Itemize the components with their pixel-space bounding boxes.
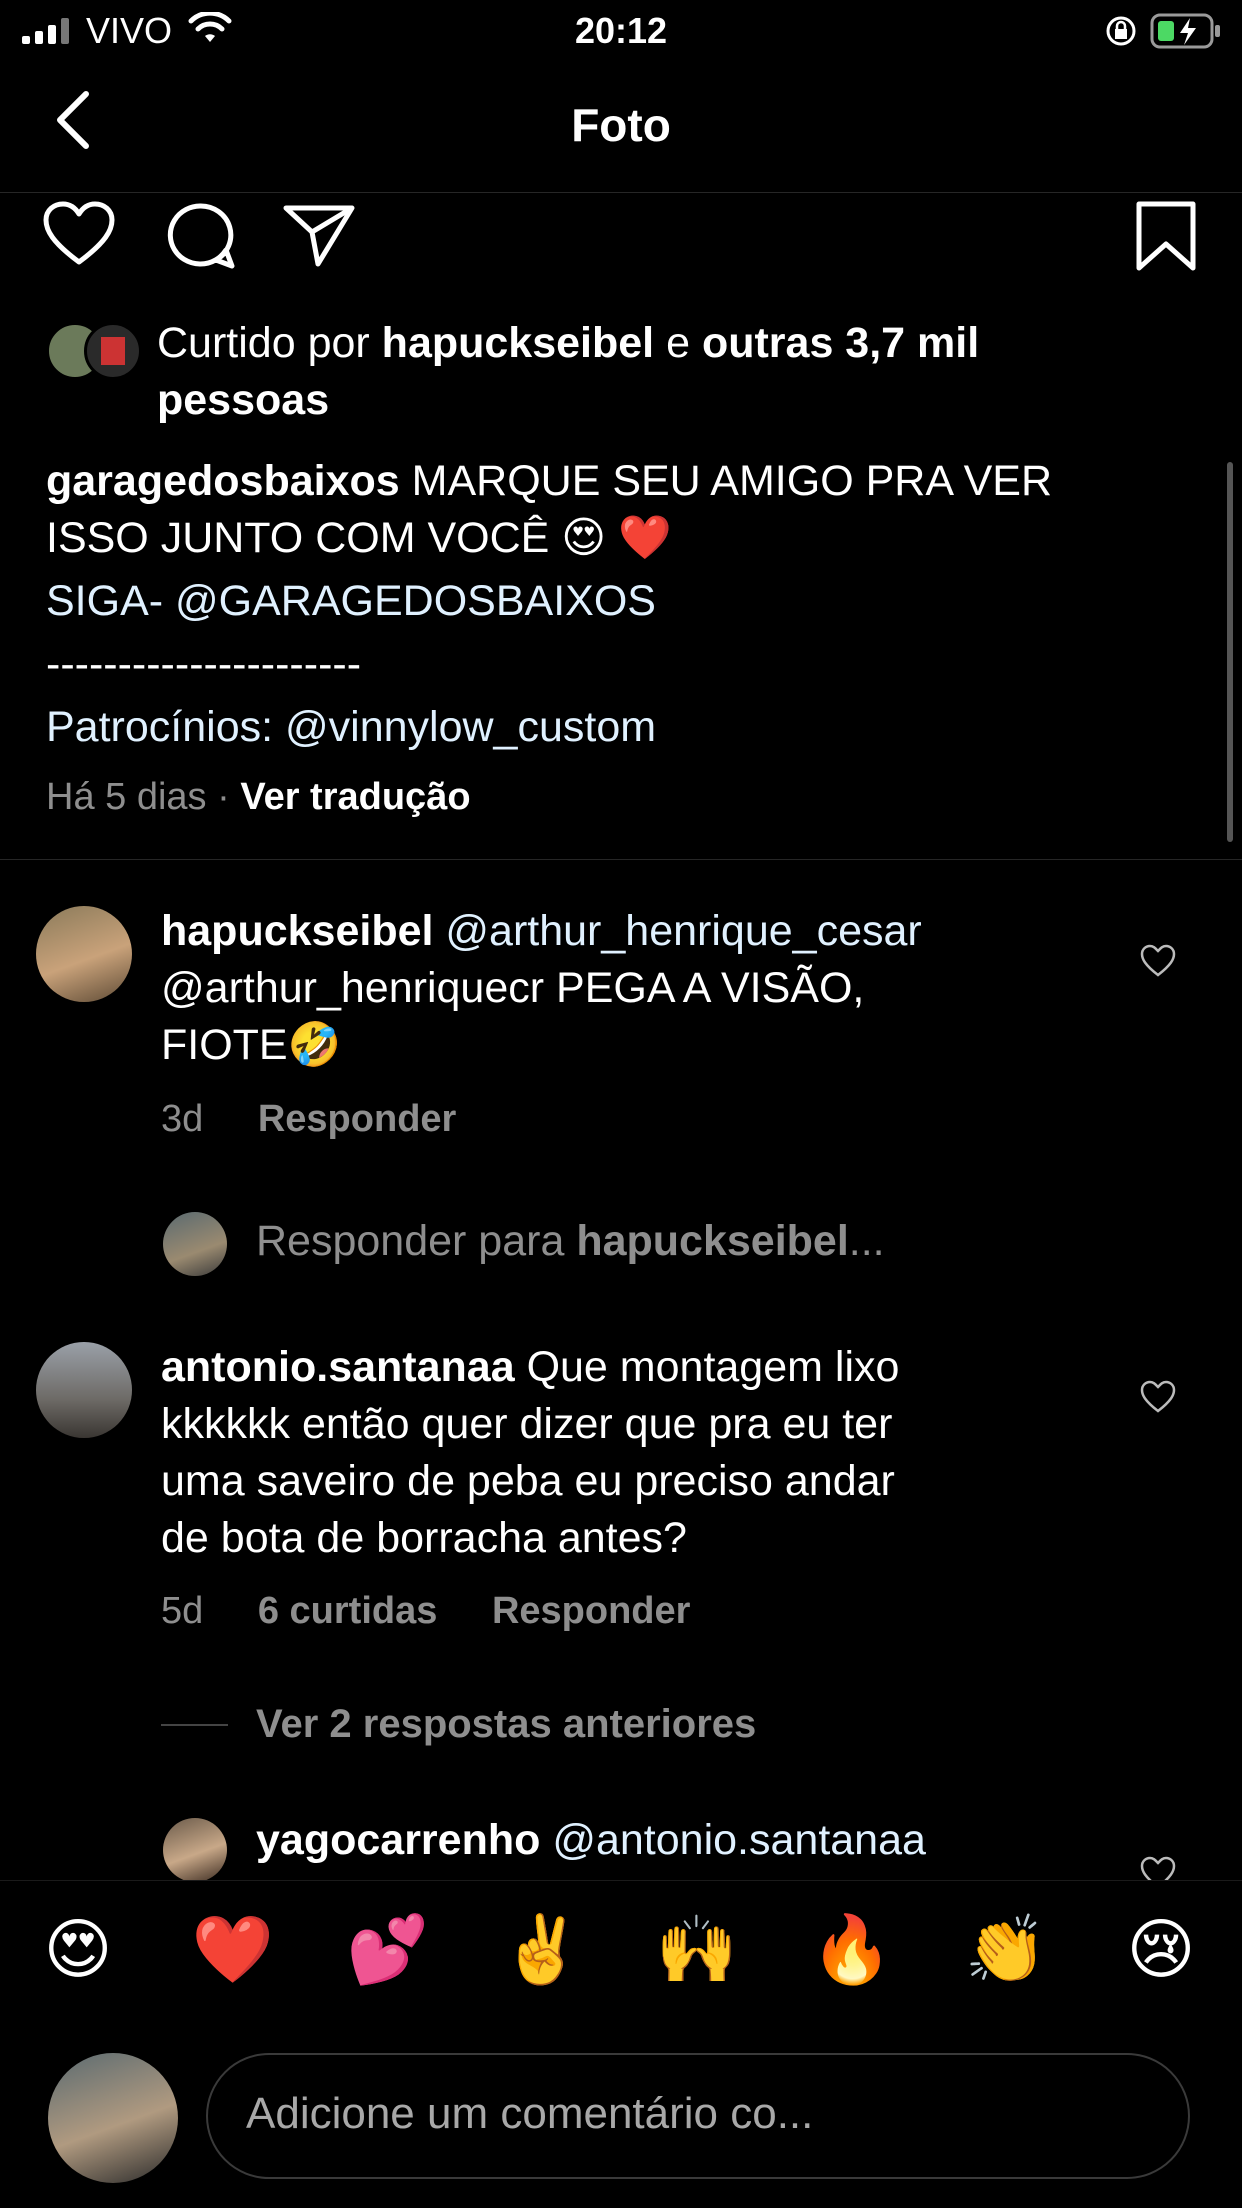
comment-username[interactable]: hapuckseibel [161, 907, 433, 955]
caption-divider-text: ---------------------- [46, 640, 362, 688]
comment-text: Que montagem lixo [514, 1343, 900, 1391]
emoji-two-hearts[interactable]: 💕 [338, 1911, 438, 1989]
caption: garagedosbaixos MARQUE SEU AMIGO PRA VER… [46, 453, 1226, 756]
avatar [163, 1212, 227, 1276]
page-title: Foto [571, 99, 671, 151]
rotation-lock-icon [1106, 16, 1136, 46]
comment-text: @arthur_henriquecr PEGA A VISÃO, [161, 964, 865, 1012]
battery-icon [1150, 13, 1220, 49]
comment-meta: 5d 6 curtidas Responder [161, 1590, 690, 1633]
avatar[interactable] [36, 906, 132, 1002]
comment-body: hapuckseibel @arthur_henrique_cesar @art… [161, 903, 1081, 1074]
comment-likes-count[interactable]: 6 curtidas [258, 1590, 438, 1632]
heart-icon[interactable] [42, 200, 116, 268]
emoji-crying[interactable]: 😢 [1111, 1911, 1211, 1988]
comment-time: 5d [161, 1590, 204, 1632]
reply-button[interactable]: Responder [492, 1590, 690, 1632]
emoji-fire[interactable]: 🔥 [802, 1911, 902, 1989]
comment-text: kkkkkk então quer dizer que pra eu ter [161, 1400, 893, 1448]
like-comment-heart-icon[interactable] [1139, 1380, 1177, 1414]
like-comment-heart-icon[interactable] [1139, 944, 1177, 978]
likes-joiner: e [654, 319, 702, 367]
reply-prompt-text: Responder para [256, 1217, 577, 1265]
caption-text: MARQUE SEU AMIGO PRA VER [399, 457, 1052, 505]
comment-body: yagocarrenho @antonio.santanaa [256, 1812, 1076, 1869]
emoji-victory-hand[interactable]: ✌️ [492, 1911, 592, 1989]
avatar[interactable] [163, 1818, 227, 1882]
liker-avatar [84, 322, 142, 380]
comment-input[interactable]: Adicione um comentário co... [206, 2053, 1190, 2179]
scrollbar[interactable] [1227, 462, 1233, 842]
comment-icon[interactable] [164, 200, 236, 272]
likes-suffix[interactable]: pessoas [157, 376, 329, 424]
likes-user-link[interactable]: hapuckseibel [382, 319, 654, 367]
likes-others-link[interactable]: outras 3,7 mil [702, 319, 979, 367]
translate-link[interactable]: Ver tradução [240, 776, 470, 818]
status-bar: VIVO 20:12 [0, 0, 1242, 62]
comment-time: 3d [161, 1098, 204, 1140]
nav-header: Foto [0, 62, 1242, 193]
comment-body: antonio.santanaa Que montagem lixo kkkkk… [161, 1339, 1081, 1567]
emoji-heart-eyes[interactable]: 😍 [28, 1911, 128, 1988]
comment-composer: Adicione um comentário co... [0, 2045, 1242, 2208]
caption-text: ISSO JUNTO COM VOCÊ 😍 ❤️ [46, 514, 672, 562]
caption-time: Há 5 dias [46, 776, 207, 818]
reply-button[interactable]: Responder [258, 1098, 456, 1140]
comment-text: de bota de borracha antes? [161, 1514, 687, 1562]
emoji-red-heart[interactable]: ❤️ [183, 1911, 283, 1989]
comment-text: uma saveiro de peba eu preciso andar [161, 1457, 895, 1505]
bookmark-icon[interactable] [1134, 200, 1198, 272]
status-time: 20:12 [574, 10, 668, 51]
emoji-reaction-bar: 😍 ❤️ 💕 ✌️ 🙌 🔥 👏 😢 [0, 1880, 1242, 2046]
reply-prompt-ellipsis: ... [848, 1217, 885, 1265]
caption-dot: · [206, 776, 241, 818]
comment-meta: 3d Responder [161, 1098, 456, 1141]
emoji-raising-hands[interactable]: 🙌 [647, 1911, 747, 1989]
comment-text: FIOTE🤣 [161, 1021, 342, 1069]
replies-line [161, 1724, 228, 1726]
comment-input-placeholder: Adicione um comentário co... [246, 2089, 814, 2138]
divider [0, 859, 1242, 860]
likes-summary: Curtido por hapuckseibel e outras 3,7 mi… [157, 315, 1197, 429]
current-user-avatar [48, 2053, 178, 2183]
caption-meta: Há 5 dias · Ver tradução [46, 776, 471, 819]
reply-prompt[interactable]: Responder para hapuckseibel... [256, 1217, 885, 1266]
comment-mention[interactable]: @arthur_henrique_cesar [433, 907, 921, 955]
emoji-clapping[interactable]: 👏 [956, 1911, 1056, 1989]
view-replies-button[interactable]: Ver 2 respostas anteriores [256, 1702, 756, 1747]
avatar[interactable] [36, 1342, 132, 1438]
comment-username[interactable]: yagocarrenho [256, 1816, 540, 1864]
caption-username[interactable]: garagedosbaixos [46, 457, 400, 505]
caption-sponsor[interactable]: Patrocínios: @vinnylow_custom [46, 699, 1226, 756]
comment-username[interactable]: antonio.santanaa [161, 1343, 515, 1391]
comment-mention[interactable]: @antonio.santanaa [540, 1816, 926, 1864]
caption-mention[interactable]: SIGA- @GARAGEDOSBAIXOS [46, 573, 1226, 630]
paper-plane-icon[interactable] [282, 202, 356, 268]
reply-prompt-user: hapuckseibel [576, 1217, 849, 1265]
likes-prefix: Curtido por [157, 319, 382, 367]
